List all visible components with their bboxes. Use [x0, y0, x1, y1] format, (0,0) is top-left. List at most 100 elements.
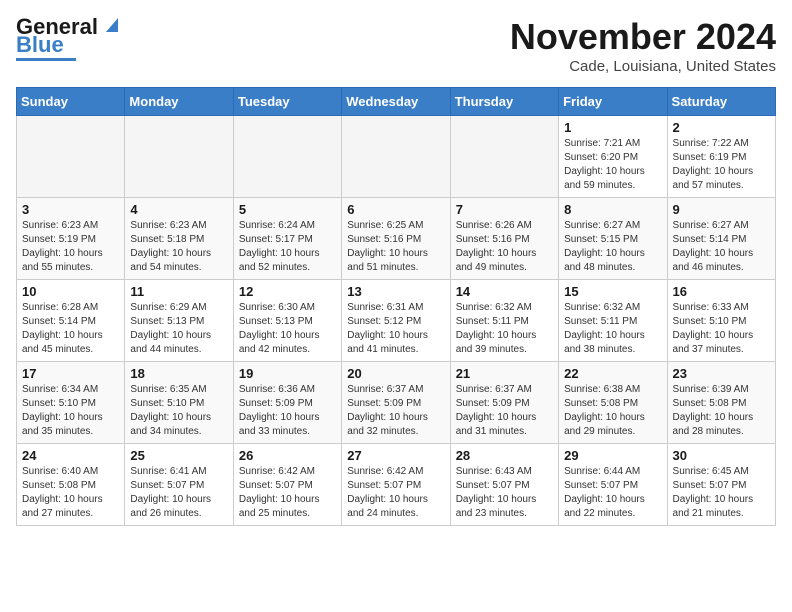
calendar-week-5: 24 Sunrise: 6:40 AM Sunset: 5:08 PM Dayli… [17, 444, 776, 526]
day-number: 21 [456, 366, 553, 381]
day-number: 19 [239, 366, 336, 381]
day-number: 11 [130, 284, 227, 299]
calendar-cell: 9 Sunrise: 6:27 AM Sunset: 5:14 PM Daylig… [667, 198, 775, 280]
calendar-week-2: 3 Sunrise: 6:23 AM Sunset: 5:19 PM Daylig… [17, 198, 776, 280]
day-info: Sunrise: 6:41 AM Sunset: 5:07 PM Dayligh… [130, 465, 227, 521]
calendar-cell: 25 Sunrise: 6:41 AM Sunset: 5:07 PM Dayli… [125, 444, 233, 526]
location: Cade, Louisiana, United States [510, 58, 776, 75]
calendar-cell: 20Sunrise: 6:37 AM Sunset: 5:09 PM Dayli… [342, 362, 450, 444]
day-info: Sunrise: 6:42 AM Sunset: 5:07 PM Dayligh… [239, 465, 336, 521]
calendar-cell: 14 Sunrise: 6:32 AM Sunset: 5:11 PM Dayli… [450, 280, 558, 362]
calendar-cell [233, 116, 341, 198]
day-number: 2 [673, 120, 770, 135]
day-info: Sunrise: 6:32 AM Sunset: 5:11 PM Dayligh… [456, 301, 553, 357]
day-number: 30 [673, 448, 770, 463]
calendar-cell: 29Sunrise: 6:44 AM Sunset: 5:07 PM Dayli… [559, 444, 667, 526]
calendar-cell [17, 116, 125, 198]
weekday-header-wednesday: Wednesday [342, 88, 450, 116]
weekday-header-row: SundayMondayTuesdayWednesdayThursdayFrid… [17, 88, 776, 116]
day-number: 8 [564, 202, 661, 217]
day-number: 28 [456, 448, 553, 463]
day-info: Sunrise: 6:23 AM Sunset: 5:18 PM Dayligh… [130, 219, 227, 275]
day-number: 15 [564, 284, 661, 299]
calendar-cell: 5Sunrise: 6:24 AM Sunset: 5:17 PM Daylig… [233, 198, 341, 280]
calendar-cell [450, 116, 558, 198]
calendar-cell [125, 116, 233, 198]
calendar-cell: 11 Sunrise: 6:29 AM Sunset: 5:13 PM Dayli… [125, 280, 233, 362]
day-info: Sunrise: 6:37 AM Sunset: 5:09 PM Dayligh… [347, 383, 444, 439]
day-number: 7 [456, 202, 553, 217]
month-title: November 2024 [510, 16, 776, 58]
day-number: 1 [564, 120, 661, 135]
calendar-cell: 16 Sunrise: 6:33 AM Sunset: 5:10 PM Dayli… [667, 280, 775, 362]
day-number: 26 [239, 448, 336, 463]
weekday-header-sunday: Sunday [17, 88, 125, 116]
day-info: Sunrise: 6:36 AM Sunset: 5:09 PM Dayligh… [239, 383, 336, 439]
day-info: Sunrise: 6:31 AM Sunset: 5:12 PM Dayligh… [347, 301, 444, 357]
calendar-cell: 24 Sunrise: 6:40 AM Sunset: 5:08 PM Dayli… [17, 444, 125, 526]
day-info: Sunrise: 7:22 AM Sunset: 6:19 PM Dayligh… [673, 137, 770, 193]
day-info: Sunrise: 7:21 AM Sunset: 6:20 PM Dayligh… [564, 137, 661, 193]
calendar-cell: 22 Sunrise: 6:38 AM Sunset: 5:08 PM Dayli… [559, 362, 667, 444]
calendar-week-3: 10 Sunrise: 6:28 AM Sunset: 5:14 PM Dayli… [17, 280, 776, 362]
day-info: Sunrise: 6:26 AM Sunset: 5:16 PM Dayligh… [456, 219, 553, 275]
day-info: Sunrise: 6:45 AM Sunset: 5:07 PM Dayligh… [673, 465, 770, 521]
day-info: Sunrise: 6:39 AM Sunset: 5:08 PM Dayligh… [673, 383, 770, 439]
day-number: 22 [564, 366, 661, 381]
day-info: Sunrise: 6:27 AM Sunset: 5:14 PM Dayligh… [673, 219, 770, 275]
day-info: Sunrise: 6:32 AM Sunset: 5:11 PM Dayligh… [564, 301, 661, 357]
weekday-header-saturday: Saturday [667, 88, 775, 116]
day-number: 24 [22, 448, 119, 463]
day-info: Sunrise: 6:33 AM Sunset: 5:10 PM Dayligh… [673, 301, 770, 357]
day-number: 4 [130, 202, 227, 217]
calendar-cell: 19 Sunrise: 6:36 AM Sunset: 5:09 PM Dayli… [233, 362, 341, 444]
day-info: Sunrise: 6:38 AM Sunset: 5:08 PM Dayligh… [564, 383, 661, 439]
day-info: Sunrise: 6:37 AM Sunset: 5:09 PM Dayligh… [456, 383, 553, 439]
calendar-body: 1 Sunrise: 7:21 AM Sunset: 6:20 PM Daylig… [17, 116, 776, 526]
day-info: Sunrise: 6:28 AM Sunset: 5:14 PM Dayligh… [22, 301, 119, 357]
calendar-cell: 12Sunrise: 6:30 AM Sunset: 5:13 PM Dayli… [233, 280, 341, 362]
logo: General Blue [16, 16, 122, 61]
calendar-cell: 3 Sunrise: 6:23 AM Sunset: 5:19 PM Daylig… [17, 198, 125, 280]
day-number: 13 [347, 284, 444, 299]
day-info: Sunrise: 6:27 AM Sunset: 5:15 PM Dayligh… [564, 219, 661, 275]
logo-icon [100, 14, 122, 36]
page-header: General Blue November 2024 Cade, Louisia… [16, 16, 776, 75]
calendar-cell: 7 Sunrise: 6:26 AM Sunset: 5:16 PM Daylig… [450, 198, 558, 280]
calendar-cell: 15 Sunrise: 6:32 AM Sunset: 5:11 PM Dayli… [559, 280, 667, 362]
day-number: 27 [347, 448, 444, 463]
title-block: November 2024 Cade, Louisiana, United St… [510, 16, 776, 75]
day-info: Sunrise: 6:42 AM Sunset: 5:07 PM Dayligh… [347, 465, 444, 521]
day-number: 9 [673, 202, 770, 217]
calendar-cell: 10 Sunrise: 6:28 AM Sunset: 5:14 PM Dayli… [17, 280, 125, 362]
calendar-cell: 27 Sunrise: 6:42 AM Sunset: 5:07 PM Dayli… [342, 444, 450, 526]
day-number: 3 [22, 202, 119, 217]
calendar-cell: 8 Sunrise: 6:27 AM Sunset: 5:15 PM Daylig… [559, 198, 667, 280]
calendar-cell: 17Sunrise: 6:34 AM Sunset: 5:10 PM Dayli… [17, 362, 125, 444]
day-info: Sunrise: 6:34 AM Sunset: 5:10 PM Dayligh… [22, 383, 119, 439]
calendar-cell: 1 Sunrise: 7:21 AM Sunset: 6:20 PM Daylig… [559, 116, 667, 198]
day-number: 14 [456, 284, 553, 299]
calendar-cell: 30 Sunrise: 6:45 AM Sunset: 5:07 PM Dayli… [667, 444, 775, 526]
weekday-header-tuesday: Tuesday [233, 88, 341, 116]
calendar-week-4: 17Sunrise: 6:34 AM Sunset: 5:10 PM Dayli… [17, 362, 776, 444]
calendar-cell: 6Sunrise: 6:25 AM Sunset: 5:16 PM Daylig… [342, 198, 450, 280]
day-info: Sunrise: 6:24 AM Sunset: 5:17 PM Dayligh… [239, 219, 336, 275]
weekday-header-friday: Friday [559, 88, 667, 116]
day-info: Sunrise: 6:40 AM Sunset: 5:08 PM Dayligh… [22, 465, 119, 521]
day-number: 12 [239, 284, 336, 299]
day-number: 10 [22, 284, 119, 299]
day-number: 18 [130, 366, 227, 381]
day-number: 16 [673, 284, 770, 299]
calendar-cell: 13 Sunrise: 6:31 AM Sunset: 5:12 PM Dayli… [342, 280, 450, 362]
calendar-cell: 23Sunrise: 6:39 AM Sunset: 5:08 PM Dayli… [667, 362, 775, 444]
day-number: 25 [130, 448, 227, 463]
day-info: Sunrise: 6:29 AM Sunset: 5:13 PM Dayligh… [130, 301, 227, 357]
calendar-table: SundayMondayTuesdayWednesdayThursdayFrid… [16, 87, 776, 526]
calendar-cell: 4 Sunrise: 6:23 AM Sunset: 5:18 PM Daylig… [125, 198, 233, 280]
weekday-header-monday: Monday [125, 88, 233, 116]
day-info: Sunrise: 6:25 AM Sunset: 5:16 PM Dayligh… [347, 219, 444, 275]
day-info: Sunrise: 6:23 AM Sunset: 5:19 PM Dayligh… [22, 219, 119, 275]
calendar-cell: 18Sunrise: 6:35 AM Sunset: 5:10 PM Dayli… [125, 362, 233, 444]
calendar-cell: 21 Sunrise: 6:37 AM Sunset: 5:09 PM Dayli… [450, 362, 558, 444]
